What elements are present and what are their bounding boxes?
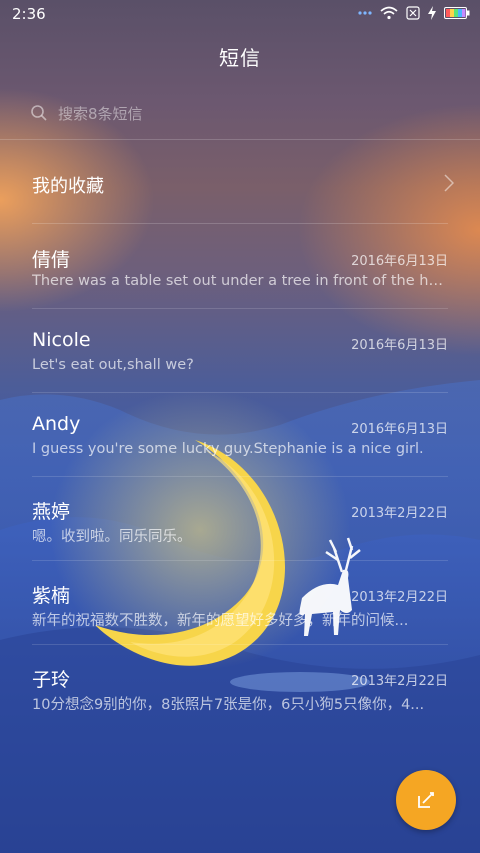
- conversation-row[interactable]: 紫楠 2013年2月22日 新年的祝福数不胜数，新年的愿望好多好多，新年的问候.…: [0, 561, 480, 645]
- message-date: 2016年6月13日: [351, 254, 448, 269]
- conversation-row[interactable]: Nicole 2016年6月13日 Let's eat out,shall we…: [0, 309, 480, 393]
- divider: [0, 139, 480, 140]
- message-date: 2016年6月13日: [351, 422, 448, 437]
- message-date: 2013年2月22日: [351, 674, 448, 689]
- dots-icon: [358, 11, 372, 15]
- status-bar: 2:36: [0, 0, 480, 28]
- search-bar[interactable]: 搜索8条短信: [30, 100, 143, 126]
- compose-button[interactable]: [396, 770, 456, 830]
- status-time: 2:36: [12, 5, 46, 23]
- contact-name: Nicole: [32, 329, 91, 351]
- contact-name: 燕婷: [32, 501, 71, 523]
- contact-name: 子玲: [32, 669, 71, 691]
- message-preview: 10分想念9别的你，8张照片7张是你，6只小狗5只像你，4...: [32, 697, 425, 713]
- contact-name: Andy: [32, 413, 81, 435]
- conversation-row[interactable]: 倩倩 2016年6月13日 There was a table set out …: [0, 225, 480, 309]
- charging-icon: [428, 6, 436, 20]
- message-preview: I guess you're some lucky guy.Stephanie …: [32, 441, 424, 457]
- message-preview: 新年的祝福数不胜数，新年的愿望好多好多，新年的问候...: [32, 613, 409, 629]
- conversation-row[interactable]: 子玲 2013年2月22日 10分想念9别的你，8张照片7张是你，6只小狗5只像…: [0, 645, 480, 729]
- favorites-row[interactable]: 我的收藏: [0, 150, 480, 218]
- message-date: 2016年6月13日: [351, 338, 448, 353]
- search-icon: [31, 105, 47, 121]
- status-icons: [358, 6, 470, 20]
- message-preview: Let's eat out,shall we?: [32, 357, 194, 373]
- message-preview: 嗯。收到啦。同乐同乐。: [32, 529, 192, 545]
- wifi-icon: [380, 6, 398, 20]
- search-input[interactable]: 搜索8条短信: [58, 103, 143, 124]
- compose-icon: [418, 792, 434, 808]
- contact-name: 紫楠: [32, 585, 71, 607]
- message-preview: There was a table set out under a tree i…: [32, 273, 448, 289]
- message-date: 2013年2月22日: [351, 590, 448, 605]
- conversation-row[interactable]: 燕婷 2013年2月22日 嗯。收到啦。同乐同乐。: [0, 477, 480, 561]
- favorites-label: 我的收藏: [32, 176, 104, 197]
- page-title: 短信: [219, 46, 261, 70]
- battery-icon: [444, 7, 470, 19]
- chevron-right-icon: [444, 174, 454, 192]
- divider: [32, 223, 448, 224]
- message-date: 2013年2月22日: [351, 506, 448, 521]
- contact-name: 倩倩: [32, 249, 71, 271]
- sim-blocked-icon: [406, 6, 420, 20]
- conversation-row[interactable]: Andy 2016年6月13日 I guess you're some luck…: [0, 393, 480, 477]
